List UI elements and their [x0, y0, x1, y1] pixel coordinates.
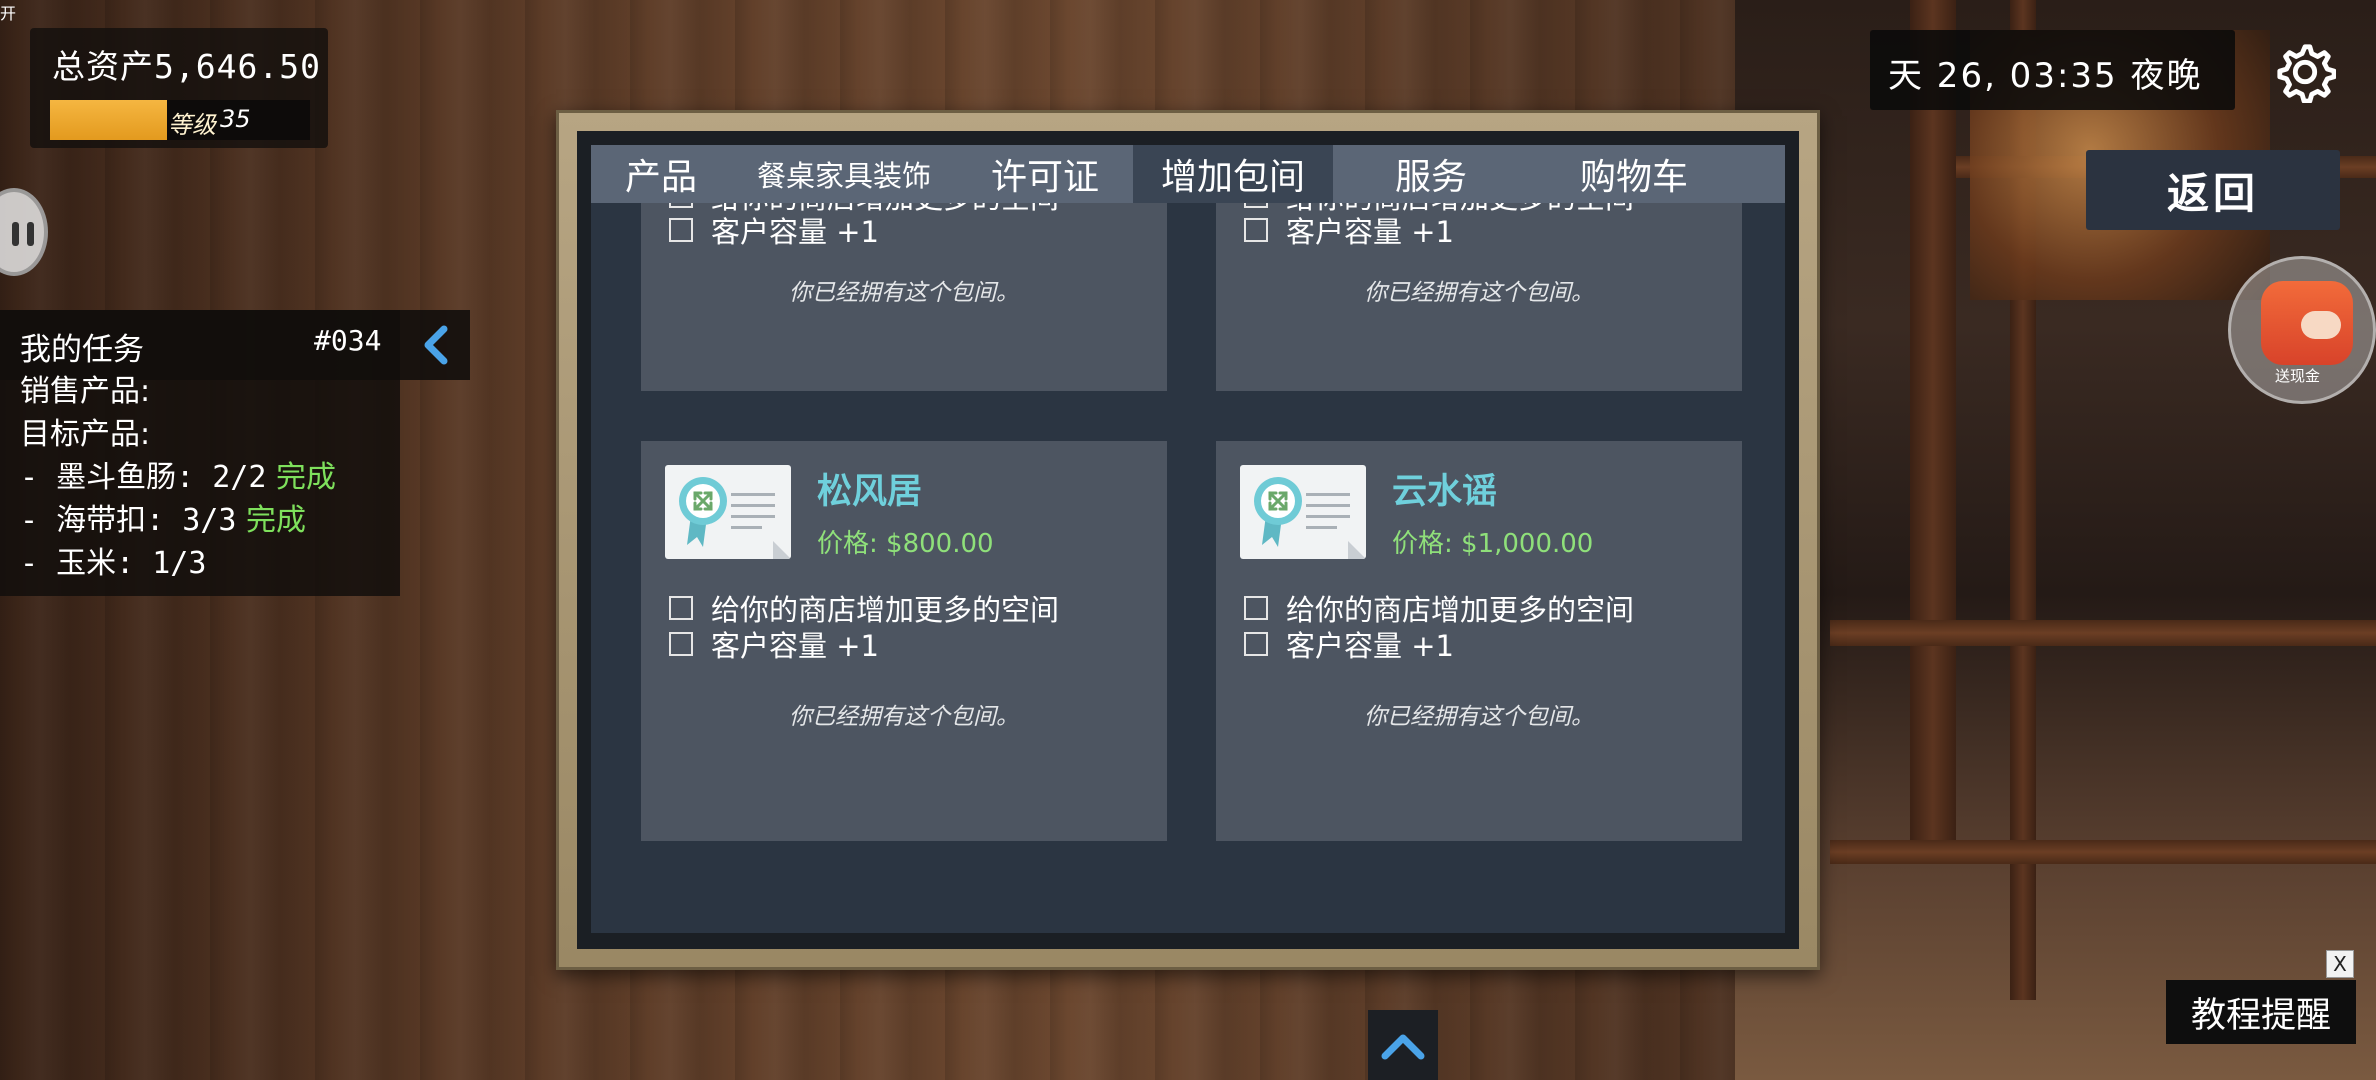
tab-products[interactable]: 产品 [591, 145, 731, 203]
room-name: 松风居 [817, 472, 923, 512]
tab-add-rooms[interactable]: 增加包间 [1133, 145, 1333, 203]
shop-board-inner: 产品 餐桌家具装饰 许可证 增加包间 服务 购物车 给你的商店增加更多的空间 客… [577, 131, 1799, 949]
tab-licenses[interactable]: 许可证 [957, 145, 1133, 203]
level-progress-bar: 等级 35 [50, 100, 310, 140]
level-label: 等级 [168, 111, 216, 139]
level-value: 35 [220, 105, 251, 133]
task-target-label: 目标产品: [20, 417, 151, 452]
shop-board: 产品 餐桌家具装饰 许可证 增加包间 服务 购物车 给你的商店增加更多的空间 客… [556, 110, 1820, 970]
expand-room-certificate-icon [1240, 465, 1366, 559]
chevron-up-icon [1381, 1034, 1425, 1060]
checkbox-icon [669, 596, 693, 620]
total-assets-value: 5,646.50 [154, 47, 321, 86]
total-assets: 总资产5,646.50 [52, 47, 321, 86]
task-status-done: 完成 [275, 460, 336, 495]
pause-icon [12, 222, 34, 246]
task-id: #034 [314, 324, 382, 357]
room-card[interactable]: 云水谣 价格: $1,000.00 给你的商店增加更多的空间 客户容量 +1 你… [1216, 441, 1742, 841]
close-icon[interactable]: X [2326, 950, 2354, 978]
checkbox-icon [669, 632, 693, 656]
scene-beam [1830, 840, 2376, 864]
checkbox-icon [1244, 632, 1268, 656]
tab-services[interactable]: 服务 [1333, 145, 1529, 203]
task-item: - 墨斗鱼肠: 2/2 完成 [20, 460, 336, 495]
task-sell-label: 销售产品: [20, 374, 151, 409]
task-status-done: 完成 [245, 503, 306, 538]
cash-bag-icon [2261, 281, 2353, 365]
gear-icon [2277, 44, 2336, 103]
total-assets-panel: 总资产5,646.50 等级 35 [30, 28, 328, 148]
room-feature: 客户容量 +1 [1244, 623, 1454, 665]
task-title: 我的任务 [20, 332, 144, 368]
task-item: - 玉米: 1/3 [20, 546, 207, 581]
room-feature: 客户容量 +1 [1244, 209, 1454, 251]
chevron-left-icon[interactable] [412, 322, 458, 368]
room-price: 价格: $800.00 [817, 529, 994, 559]
scene-pillar [1910, 0, 1956, 840]
room-owned-text: 你已经拥有这个包间。 [1364, 280, 1594, 306]
room-owned-text: 你已经拥有这个包间。 [1364, 704, 1594, 730]
back-button[interactable]: 返回 [2086, 150, 2340, 230]
game-clock: 天 26, 03:35 夜晚 [1870, 30, 2235, 110]
tab-cart[interactable]: 购物车 [1529, 145, 1739, 203]
expand-button[interactable] [1368, 1010, 1438, 1080]
room-price: 价格: $1,000.00 [1392, 529, 1594, 559]
room-card[interactable]: 松风居 价格: $800.00 给你的商店增加更多的空间 客户容量 +1 你已经… [641, 441, 1167, 841]
shop-tabs: 产品 餐桌家具装饰 许可证 增加包间 服务 购物车 [591, 145, 1785, 203]
tutorial-reminder-button[interactable]: 教程提醒 [2166, 980, 2356, 1044]
scene-beam [1830, 620, 2376, 646]
room-owned-text: 你已经拥有这个包间。 [789, 280, 1019, 306]
room-owned-text: 你已经拥有这个包间。 [789, 704, 1019, 730]
room-feature: 客户容量 +1 [669, 209, 879, 251]
room-feature: 客户容量 +1 [669, 623, 879, 665]
room-name: 云水谣 [1392, 472, 1498, 512]
checkbox-icon [1244, 218, 1268, 242]
checkbox-icon [1244, 596, 1268, 620]
task-panel: 我的任务 #034 销售产品: 目标产品: - 墨斗鱼肠: 2/2 完成 - 海… [0, 310, 470, 596]
settings-button[interactable] [2265, 34, 2345, 110]
pause-button[interactable] [0, 188, 48, 276]
level-progress-fill [50, 100, 167, 140]
expand-room-certificate-icon [665, 465, 791, 559]
checkbox-icon [669, 218, 693, 242]
shop-content: 产品 餐桌家具装饰 许可证 增加包间 服务 购物车 给你的商店增加更多的空间 客… [591, 145, 1785, 933]
task-item: - 海带扣: 3/3 完成 [20, 503, 306, 538]
cash-bonus-button[interactable]: 送现金 [2228, 256, 2376, 404]
tab-furniture[interactable]: 餐桌家具装饰 [731, 145, 957, 203]
cash-bonus-label: 送现金 [2275, 367, 2321, 385]
